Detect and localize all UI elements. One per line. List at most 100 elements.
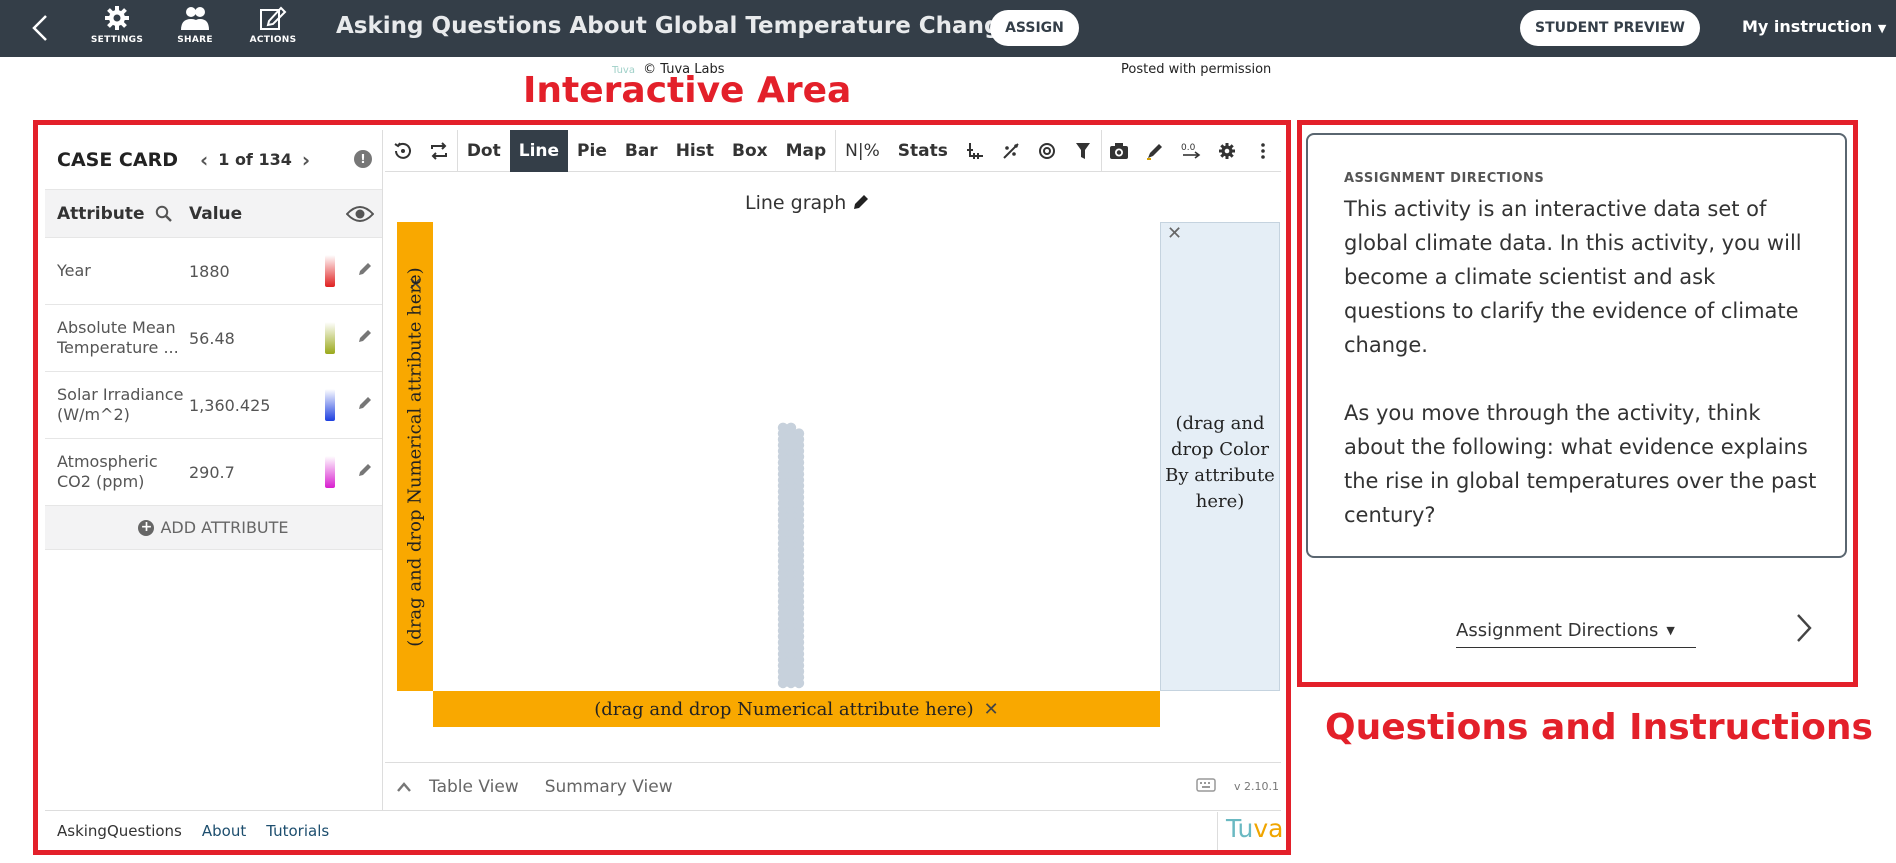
eye-icon[interactable] — [346, 205, 374, 223]
tab-summary-view[interactable]: Summary View — [545, 777, 673, 797]
my-instruction-label: My instruction — [1742, 17, 1873, 36]
attribute-value: 290.7 — [189, 462, 235, 482]
caret-down-icon: ▼ — [1877, 22, 1887, 35]
pencil-icon[interactable] — [357, 328, 373, 348]
graph-type-hist[interactable]: Hist — [667, 130, 723, 172]
y-axis-drop-zone[interactable]: ✕ (drag and drop Numerical attribute her… — [397, 222, 433, 691]
reset-icon[interactable] — [385, 130, 421, 172]
graph-title-text: Line graph — [745, 192, 847, 214]
add-attribute-button[interactable]: + ADD ATTRIBUTE — [45, 506, 382, 550]
search-icon[interactable] — [155, 205, 172, 222]
page-title: Asking Questions About Global Temperatur… — [336, 13, 1017, 39]
plot-area[interactable] — [433, 222, 1160, 691]
x-axis-drop-zone[interactable]: (drag and drop Numerical attribute here)… — [433, 691, 1160, 727]
case-row: Absolute Mean Temperature ... 56.48 — [45, 305, 382, 372]
add-attribute-label: ADD ATTRIBUTE — [160, 518, 289, 537]
swap-axes-icon[interactable] — [421, 130, 457, 172]
top-bar: SETTINGS SHARE ACTIONS Asking Questions … — [0, 0, 1896, 57]
info-icon[interactable]: ! — [354, 150, 372, 168]
share-label: SHARE — [177, 35, 213, 45]
back-chevron-icon[interactable] — [28, 12, 52, 44]
case-dot[interactable] — [785, 422, 797, 433]
case-row: Year 1880 — [45, 238, 382, 305]
tutorials-link[interactable]: Tutorials — [266, 822, 329, 840]
tuva-logo-part-a: Tu — [1226, 814, 1254, 843]
color-swatch[interactable] — [325, 456, 335, 488]
color-swatch[interactable] — [325, 322, 335, 354]
keyboard-icon[interactable] — [1196, 777, 1216, 797]
pencil-icon[interactable] — [357, 261, 373, 281]
directions-selector-label: Assignment Directions — [1456, 620, 1659, 641]
settings-button[interactable]: SETTINGS — [82, 5, 152, 45]
camera-icon[interactable] — [1102, 130, 1138, 172]
graph-toolbar: Dot Line Pie Bar Hist Box Map N|% Stats … — [385, 129, 1281, 172]
pencil-icon[interactable] — [357, 462, 373, 482]
color-swatch[interactable] — [325, 389, 335, 421]
chevron-up-icon[interactable] — [397, 777, 411, 797]
count-percent-button[interactable]: N|% — [836, 130, 889, 172]
actions-button[interactable]: ACTIONS — [238, 5, 308, 45]
settings-label: SETTINGS — [90, 35, 144, 45]
pencil-icon[interactable] — [357, 395, 373, 415]
case-card-column-header: Attribute Value — [45, 190, 382, 238]
x-axis-drop-label: (drag and drop Numerical attribute here) — [594, 698, 974, 720]
attribute-name: Solar Irradiance (W/m^2) — [57, 385, 184, 424]
caret-down-icon: ▼ — [1666, 624, 1675, 637]
directions-paragraph-1: This activity is an interactive data set… — [1344, 197, 1802, 357]
target-icon[interactable] — [1029, 130, 1065, 172]
color-swatch[interactable] — [325, 255, 335, 287]
people-icon — [181, 7, 209, 30]
assignment-directions-card: ASSIGNMENT DIRECTIONS This activity is a… — [1306, 133, 1847, 558]
draw-icon[interactable] — [1137, 130, 1173, 172]
case-card-header: CASE CARD ‹ 1 of 134 › ! — [45, 130, 382, 190]
my-instruction-menu[interactable]: My instruction ▼ — [1742, 17, 1886, 36]
actions-label: ACTIONS — [249, 35, 297, 45]
trend-line-icon[interactable] — [993, 130, 1029, 172]
settings-gear-icon[interactable] — [1209, 130, 1245, 172]
color-by-drop-zone[interactable]: ✕ (drag and drop Color By attribute here… — [1160, 222, 1280, 691]
tuva-logo: Tuva — [1217, 812, 1284, 850]
next-chevron-icon[interactable] — [1795, 612, 1813, 648]
decimal-precision-icon[interactable]: 0.0 — [1173, 130, 1209, 172]
gear-icon — [105, 6, 129, 30]
graph-type-map[interactable]: Map — [777, 130, 836, 172]
about-link[interactable]: About — [202, 822, 246, 840]
filter-icon[interactable] — [1065, 130, 1101, 172]
app-name: AskingQuestions — [57, 821, 182, 840]
share-button[interactable]: SHARE — [160, 5, 230, 45]
graph-type-line[interactable]: Line — [509, 129, 569, 172]
close-icon[interactable]: ✕ — [984, 699, 999, 720]
plus-circle-icon: + — [138, 519, 155, 536]
attribute-value: 56.48 — [189, 328, 235, 348]
directions-paragraph-2: As you move through the activity, think … — [1344, 401, 1817, 527]
attribute-header: Attribute — [57, 203, 145, 224]
footer-links: AskingQuestions About Tutorials — [45, 810, 1281, 850]
graph-type-pie[interactable]: Pie — [568, 130, 616, 172]
tuva-logo-part-b: va — [1253, 814, 1284, 843]
color-by-drop-label: (drag and drop Color By attribute here) — [1165, 413, 1275, 512]
previous-case-icon[interactable]: ‹ — [200, 148, 208, 172]
graph-title[interactable]: Line graph — [745, 192, 870, 214]
tab-table-view[interactable]: Table View — [429, 777, 519, 797]
stats-button[interactable]: Stats — [889, 130, 957, 172]
case-position: 1 of 134 — [218, 150, 292, 169]
edit-title-pencil-icon[interactable] — [852, 193, 870, 211]
more-options-icon[interactable] — [1245, 130, 1281, 172]
axis-tool-icon[interactable] — [957, 130, 993, 172]
case-card-title: CASE CARD — [57, 148, 178, 171]
case-row: Atmospheric CO2 (ppm) 290.7 — [45, 439, 382, 506]
attribute-name: Absolute Mean Temperature ... — [57, 318, 179, 357]
graph-type-box[interactable]: Box — [723, 130, 777, 172]
graph-type-bar[interactable]: Bar — [616, 130, 667, 172]
dot-stack — [777, 422, 805, 689]
directions-selector[interactable]: Assignment Directions ▼ — [1456, 614, 1696, 648]
graph-type-dot[interactable]: Dot — [458, 130, 510, 172]
assign-button[interactable]: ASSIGN — [990, 10, 1079, 46]
case-navigation: ‹ 1 of 134 › — [200, 148, 310, 172]
student-preview-button[interactable]: STUDENT PREVIEW — [1520, 10, 1700, 46]
value-header: Value — [189, 203, 243, 224]
close-icon[interactable]: ✕ — [1167, 223, 1182, 244]
next-case-icon[interactable]: › — [302, 148, 310, 172]
directions-kicker: ASSIGNMENT DIRECTIONS — [1344, 171, 1545, 186]
edit-icon — [260, 6, 287, 30]
